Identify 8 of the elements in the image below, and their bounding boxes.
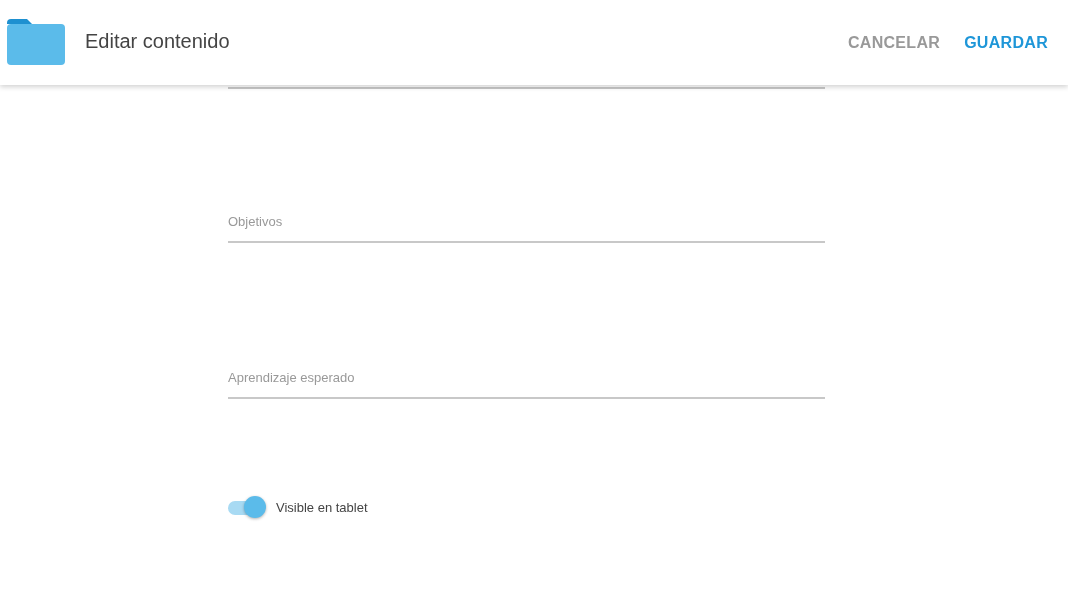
text-field[interactable]: Objetivos bbox=[228, 214, 825, 243]
toggle-switch[interactable] bbox=[228, 496, 266, 518]
text-field[interactable]: Aprendizaje esperado bbox=[228, 370, 825, 399]
page-title: Editar contenido bbox=[85, 30, 230, 53]
save-button[interactable]: GUARDAR bbox=[964, 33, 1048, 52]
cancel-button[interactable]: CANCELAR bbox=[847, 33, 941, 52]
toggle-label: Visible en tablet bbox=[276, 499, 368, 515]
folder-icon bbox=[7, 18, 65, 65]
